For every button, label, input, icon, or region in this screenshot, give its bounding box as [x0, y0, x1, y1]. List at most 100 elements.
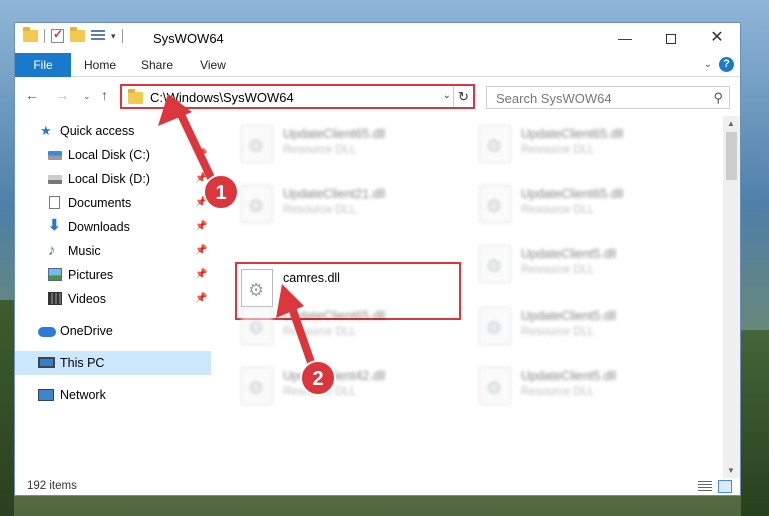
file-tile[interactable]: ⚙ UpdateClient65.dll Resource DLL [235, 300, 461, 354]
dll-file-icon: ⚙ [241, 125, 273, 163]
tab-file[interactable]: File [15, 53, 71, 77]
sidebar-item-local-disk-c[interactable]: Local Disk (C:) 📌 [15, 143, 211, 167]
chevron-down-icon[interactable]: ▾ [111, 31, 116, 42]
properties-check-icon[interactable] [51, 27, 64, 43]
sidebar-item-label: Pictures [68, 268, 114, 282]
sidebar-item-this-pc[interactable]: This PC [15, 351, 211, 375]
gear-icon: ⚙ [248, 196, 265, 216]
file-tile[interactable]: ⚙ UpdateClient21.dll Resource DLL [235, 178, 461, 232]
scroll-down-icon[interactable]: ▼ [727, 466, 735, 475]
download-icon: ⬇ [48, 217, 61, 234]
vertical-scrollbar[interactable]: ▲ ▼ [723, 116, 740, 478]
file-type: Resource DLL [521, 144, 595, 156]
file-tile[interactable]: ⚙ UpdateClient5.dll Resource DLL [473, 300, 699, 354]
file-name: UpdateClient65.dll [521, 127, 624, 141]
recent-locations-button[interactable]: ⌄ [83, 91, 91, 102]
address-bar[interactable]: C:\Windows\SysWOW64 ⌄ ↻ [120, 84, 475, 109]
sidebar-item-label: This PC [60, 356, 105, 370]
sidebar-item-label: Downloads [68, 220, 130, 234]
file-tile[interactable]: ⚙ UpdateClient5.dll Resource DLL [473, 238, 699, 292]
expand-ribbon-icon[interactable]: ⌄ [704, 59, 712, 70]
file-type: Resource DLL [283, 326, 357, 338]
network-icon [38, 389, 54, 401]
dll-file-icon: ⚙ [479, 125, 511, 163]
search-placeholder: Search SysWOW64 [496, 91, 612, 106]
up-button[interactable]: ↑ [101, 87, 108, 103]
file-type: Resource DLL [283, 144, 357, 156]
gear-icon: ⚙ [248, 136, 265, 156]
file-name: UpdateClient5.dll [521, 309, 617, 323]
gear-icon: ⚙ [486, 256, 503, 276]
large-icons-view-icon[interactable] [718, 480, 732, 493]
address-path[interactable]: C:\Windows\SysWOW64 [150, 90, 294, 105]
pin-icon[interactable]: 📌 [195, 287, 207, 311]
sidebar-item-pictures[interactable]: Pictures 📌 [15, 263, 211, 287]
file-tile[interactable]: ⚙ UpdateClient42.dll Resource DLL [235, 360, 461, 414]
folder-icon [128, 89, 143, 104]
dll-file-icon: ⚙ [479, 367, 511, 405]
disk-icon [48, 175, 62, 184]
pin-icon[interactable]: 📌 [195, 215, 207, 239]
status-bar: 192 items [15, 478, 740, 495]
sidebar-item-onedrive[interactable]: OneDrive [15, 319, 211, 343]
pin-icon[interactable]: 📌 [195, 191, 207, 215]
tab-share[interactable]: Share [135, 53, 179, 77]
chevron-down-icon[interactable]: ⌄ [443, 90, 451, 101]
this-pc-icon [38, 357, 55, 368]
pin-icon[interactable]: 📌 [195, 239, 207, 263]
tab-view[interactable]: View [193, 53, 233, 77]
dll-file-icon: ⚙ [479, 245, 511, 283]
sidebar-item-label: Videos [68, 292, 106, 306]
help-icon[interactable]: ? [719, 57, 734, 72]
sidebar-item-label: Network [60, 388, 106, 402]
sidebar-item-videos[interactable]: Videos 📌 [15, 287, 211, 311]
new-folder-icon[interactable] [70, 27, 85, 42]
file-tile[interactable]: ⚙ UpdateClient65.dll Resource DLL [473, 178, 699, 232]
scroll-up-icon[interactable]: ▲ [727, 119, 735, 128]
tab-home[interactable]: Home [77, 53, 123, 77]
close-button[interactable]: ✕ [694, 23, 740, 53]
sidebar-item-local-disk-d[interactable]: Local Disk (D:) 📌 [15, 167, 211, 191]
sidebar-item-quick-access[interactable]: ★ Quick access [15, 119, 211, 143]
dll-file-icon: ⚙ [241, 367, 273, 405]
file-name: UpdateClient5.dll [521, 247, 617, 261]
file-tile[interactable]: ⚙ UpdateClient5.dll Resource DLL [473, 360, 699, 414]
dll-file-icon: ⚙ [479, 185, 511, 223]
sidebar-item-downloads[interactable]: ⬇ Downloads 📌 [15, 215, 211, 239]
maximize-button[interactable] [648, 23, 694, 53]
pin-icon[interactable]: 📌 [195, 263, 207, 287]
folder-icon [23, 27, 38, 42]
music-icon: ♪ [48, 242, 56, 259]
file-tile[interactable]: ⚙ UpdateClient65.dll Resource DLL [473, 118, 699, 172]
scrollbar-thumb[interactable] [726, 132, 737, 180]
customize-toolbar-icon[interactable] [91, 30, 105, 42]
back-button[interactable]: ← [25, 87, 39, 103]
search-input[interactable]: Search SysWOW64 ⚲ [486, 86, 730, 109]
star-icon: ★ [40, 123, 52, 138]
minimize-button[interactable]: — [602, 23, 648, 53]
refresh-button[interactable]: ↻ [453, 86, 473, 107]
pin-icon[interactable]: 📌 [195, 167, 207, 191]
sidebar-item-music[interactable]: ♪ Music 📌 [15, 239, 211, 263]
sidebar-item-documents[interactable]: Documents 📌 [15, 191, 211, 215]
title-bar: ▾ SysWOW64 — ✕ [15, 23, 740, 53]
onedrive-icon [38, 327, 56, 337]
documents-icon [49, 196, 60, 209]
maximize-icon [666, 34, 676, 45]
dll-file-icon: ⚙ [241, 185, 273, 223]
sidebar-item-label: Local Disk (C:) [68, 148, 150, 162]
forward-button[interactable]: → [55, 87, 69, 103]
file-tile[interactable]: ⚙ UpdateClient65.dll Resource DLL [235, 118, 461, 172]
file-name: UpdateClient42.dll [283, 369, 386, 383]
file-type: Resource DLL [283, 204, 357, 216]
gear-icon: ⚙ [486, 136, 503, 156]
file-type: Resource DLL [521, 264, 595, 276]
pin-icon[interactable]: 📌 [195, 143, 207, 167]
desktop-background-right [741, 330, 769, 516]
desktop-background-left [0, 300, 14, 516]
details-view-icon[interactable] [698, 481, 712, 492]
search-icon[interactable]: ⚲ [713, 90, 723, 106]
sidebar-item-network[interactable]: Network [15, 383, 211, 407]
navigation-bar: ← → ⌄ ↑ C:\Windows\SysWOW64 ⌄ ↻ Search S… [15, 79, 740, 113]
videos-icon [48, 292, 62, 305]
